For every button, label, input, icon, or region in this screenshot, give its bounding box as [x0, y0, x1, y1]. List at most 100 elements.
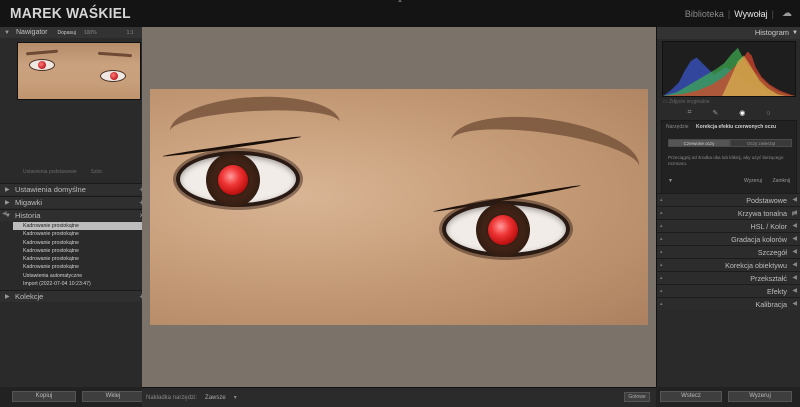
history-item[interactable]: Kadrowanie prostokątne: [13, 239, 143, 247]
module-develop[interactable]: Wywołaj: [734, 9, 767, 19]
expanded-triangle-icon[interactable]: ▼: [668, 178, 673, 184]
collapsed-triangle-icon: ◀: [792, 301, 797, 307]
image-icon: ▭: [663, 99, 668, 105]
tool-label: Narzędzie: [666, 124, 689, 130]
reset-tool-button[interactable]: Wyzeruj: [744, 178, 762, 184]
thumb-pupil: [110, 72, 118, 80]
tool-overlay-select[interactable]: Zawsze: [205, 395, 226, 401]
thumb-eye-right: [100, 70, 126, 82]
navigator-header[interactable]: ▼ Nawigator Dopasuj 100% 1:1: [0, 27, 149, 38]
navigator-title: Nawigator: [16, 29, 48, 36]
thumb-pupil: [38, 61, 46, 69]
section-basic[interactable]: ▴ Podstawowe ◀: [657, 193, 800, 206]
red-eye-title: Korekcja efektu czerwonych oczu: [696, 124, 777, 130]
module-library[interactable]: Biblioteka: [685, 9, 724, 19]
history-item[interactable]: Import (2022-07-04 10:23:47): [13, 280, 143, 288]
section-tone-curve[interactable]: ▴ Krzywa tonalna ◀: [657, 206, 800, 219]
top-bar: ▲ MAREK WAŚKIEL Biblioteka | Wywołaj | ☁: [0, 0, 800, 27]
thumb-brow: [25, 49, 59, 56]
photo-preview[interactable]: [150, 89, 648, 325]
section-history[interactable]: ▼ Historia ×: [0, 209, 150, 221]
module-picker: Biblioteka | Wywołaj | ☁: [685, 8, 792, 19]
thumb-eye-left: [29, 59, 55, 71]
red-eye-panel: Narzędzie Korekcja efektu czerwonych ocz…: [661, 120, 797, 194]
module-separator: |: [727, 8, 731, 19]
section-label: Ustawienia domyślne: [15, 185, 86, 194]
history-list: Kadrowanie prostokątne Kadrowanie prosto…: [13, 222, 143, 288]
section-label: Historia: [15, 211, 41, 220]
red-eye-icon[interactable]: ◉: [739, 109, 745, 117]
zoom-option-1-1[interactable]: 1:1: [127, 30, 134, 36]
zoom-option-fit[interactable]: Dopasuj: [58, 30, 76, 36]
eyebrow-right: [446, 106, 644, 202]
navigator-footer-label: Szkic: [90, 169, 103, 175]
history-item[interactable]: Kadrowanie prostokątne: [13, 222, 143, 231]
collapsed-triangle-icon: ▶: [5, 294, 10, 300]
section-color-grading[interactable]: ▴ Gradacja kolorów ◀: [657, 232, 800, 245]
spot-heal-icon[interactable]: ✎: [712, 109, 718, 117]
brush-icon[interactable]: ○: [766, 110, 770, 117]
histogram-title: Histogram: [754, 28, 789, 37]
section-detail[interactable]: ▴ Szczegół ◀: [657, 245, 800, 258]
eye-left: [176, 151, 300, 207]
collapsed-triangle-icon: ▶: [5, 200, 10, 206]
navigator-footer-label: Ustawienia podstawowe: [23, 169, 77, 175]
crop-icon[interactable]: ⌗: [687, 109, 691, 117]
tab-red-eye[interactable]: Czerwone oczy: [668, 139, 730, 147]
center-toolbar: Nakładka narzędzi: Zawsze ▾ Gotowe: [142, 387, 656, 407]
expanded-triangle-icon: ▼: [792, 30, 798, 36]
section-calibration[interactable]: ▴ Kalibracja ◀: [657, 297, 800, 310]
section-presets[interactable]: ▶ Ustawienia domyślne +: [0, 183, 150, 195]
histogram-header[interactable]: Histogram ▼: [657, 27, 800, 39]
history-item[interactable]: Kadrowanie prostokątne: [13, 263, 143, 271]
image-canvas[interactable]: [142, 27, 656, 387]
navigator-thumbnail[interactable]: [17, 42, 141, 100]
close-tool-button[interactable]: Zamknij: [772, 178, 790, 184]
zoom-option-100[interactable]: 100%: [84, 30, 97, 36]
red-eye-header: Narzędzie Korekcja efektu czerwonych ocz…: [666, 124, 794, 130]
navigator-zoom-options: Dopasuj 100% 1:1: [58, 30, 134, 36]
history-item[interactable]: Kadrowanie prostokątne: [13, 247, 143, 255]
section-collections[interactable]: ▶ Kolekcje +: [0, 290, 150, 302]
left-bottom-bar: Kopiuj Wklej: [0, 387, 150, 407]
tab-pet-eye[interactable]: Oczy zwierząt: [730, 139, 792, 147]
right-panel: Histogram ▼ ▭ Zdjęcie oryginalne ⌗ ✎ ◉ ○…: [656, 27, 800, 387]
previous-button[interactable]: Wstecz: [660, 391, 722, 402]
section-label: Kolekcje: [15, 292, 44, 301]
collapse-top-arrow-icon[interactable]: ▲: [397, 0, 403, 4]
red-eye-pupil[interactable]: [488, 215, 518, 245]
navigator-footer: Ustawienia podstawowe Szkic: [13, 167, 150, 177]
chevron-down-icon[interactable]: ▾: [234, 394, 237, 401]
section-lens-corrections[interactable]: ▴ Korekcja obiektywu ◀: [657, 258, 800, 271]
section-hsl-color[interactable]: ▴ HSL / Kolor ◀: [657, 219, 800, 232]
red-eye-pupil[interactable]: [218, 165, 248, 195]
history-item[interactable]: Kadrowanie prostokątne: [13, 230, 143, 238]
reset-button[interactable]: Wyzeruj: [728, 391, 792, 402]
histogram-chart[interactable]: [662, 41, 796, 97]
collapse-right-arrow-icon[interactable]: ▶: [792, 210, 797, 217]
section-snapshots[interactable]: ▶ Migawki +: [0, 196, 150, 208]
thumb-brow: [97, 51, 133, 58]
eye-right: [442, 201, 570, 257]
history-item[interactable]: Ustawienia automatyczne: [13, 272, 143, 280]
section-transform[interactable]: ▴ Przekształć ◀: [657, 271, 800, 284]
module-separator: |: [771, 8, 774, 19]
section-effects[interactable]: ▴ Efekty ◀: [657, 284, 800, 297]
expand-triangle-icon: ▼: [4, 29, 10, 36]
right-bottom-bar: Wstecz Wyzeruj: [656, 387, 800, 407]
collapsed-triangle-icon: ▶: [5, 187, 10, 193]
done-button[interactable]: Gotowe: [624, 392, 650, 402]
history-item[interactable]: Kadrowanie prostokątne: [13, 255, 143, 263]
tool-strip: ⌗ ✎ ◉ ○: [657, 107, 800, 119]
tool-overlay-label: Nakładka narzędzi:: [146, 394, 198, 401]
toggle-icon[interactable]: ▴: [660, 298, 663, 311]
red-eye-tabs: Czerwone oczy Oczy zwierząt: [668, 139, 792, 147]
brand-logo: MAREK WAŚKIEL: [10, 5, 131, 22]
cloud-icon[interactable]: ☁: [782, 8, 792, 19]
red-eye-hint: Przeciągnij od środka oka lub kliknij, a…: [668, 155, 784, 166]
copy-button[interactable]: Kopiuj: [12, 391, 76, 402]
paste-button[interactable]: Wklej: [82, 391, 144, 402]
collapse-left-arrow-icon[interactable]: ◀: [2, 210, 7, 217]
original-photo-label[interactable]: ▭ Zdjęcie oryginalne: [663, 99, 710, 105]
red-eye-footer: ▼ Wyzeruj Zamknij: [666, 178, 794, 188]
